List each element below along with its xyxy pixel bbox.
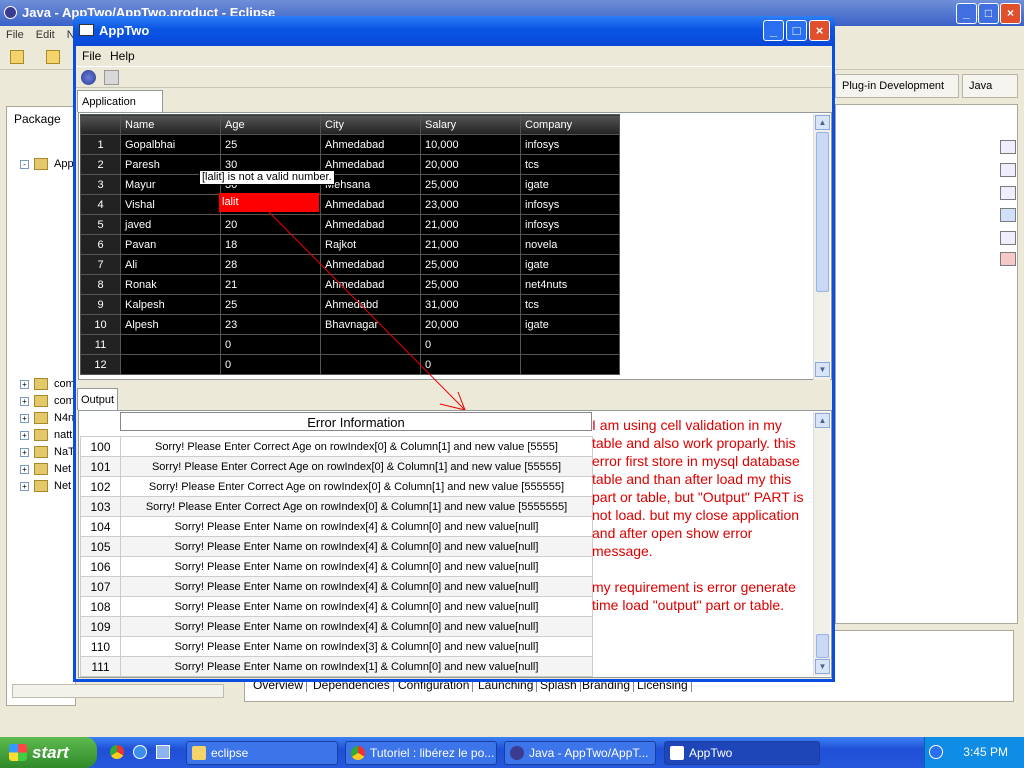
chrome-icon bbox=[351, 746, 365, 760]
error-message: Sorry! Please Enter Correct Age on rowIn… bbox=[120, 476, 593, 497]
task-apptwo[interactable]: AppTwo bbox=[664, 741, 820, 765]
table-row[interactable]: 105 Sorry! Please Enter Name on rowIndex[… bbox=[80, 536, 593, 557]
error-row-number: 104 bbox=[80, 516, 121, 537]
tab-label: Output bbox=[81, 394, 115, 406]
error-message: Sorry! Please Enter Correct Age on rowIn… bbox=[120, 436, 593, 457]
task-java-eclipse[interactable]: Java - AppTwo/AppT... bbox=[504, 741, 656, 765]
error-row-number: 107 bbox=[80, 576, 121, 597]
error-message: Sorry! Please Enter Name on rowIndex[4] … bbox=[120, 556, 593, 577]
clock[interactable]: 3:45 PM bbox=[963, 745, 1008, 759]
annotation-arrow bbox=[261, 204, 466, 411]
table-row[interactable]: 100 Sorry! Please Enter Correct Age on ro… bbox=[80, 436, 593, 457]
system-tray: 3:45 PM bbox=[924, 737, 1024, 768]
error-message: Sorry! Please Enter Correct Age on rowIn… bbox=[120, 496, 593, 517]
error-message: Sorry! Please Enter Name on rowIndex[3] … bbox=[120, 636, 593, 657]
error-message: Sorry! Please Enter Name on rowIndex[4] … bbox=[120, 616, 593, 637]
start-button[interactable]: start bbox=[0, 737, 97, 768]
error-message: Sorry! Please Enter Correct Age on rowIn… bbox=[120, 456, 593, 477]
error-row-number: 102 bbox=[80, 476, 121, 497]
error-row-number: 108 bbox=[80, 596, 121, 617]
error-message: Sorry! Please Enter Name on rowIndex[1] … bbox=[120, 656, 593, 677]
eclipse-icon bbox=[510, 746, 524, 760]
error-row-number: 110 bbox=[80, 636, 121, 657]
error-row-number: 106 bbox=[80, 556, 121, 577]
table-row[interactable]: 111 Sorry! Please Enter Name on rowIndex[… bbox=[80, 656, 593, 677]
scroll-thumb[interactable] bbox=[816, 634, 829, 658]
error-row-number: 103 bbox=[80, 496, 121, 517]
folder-icon bbox=[192, 746, 206, 760]
desktop-quicklaunch-icon[interactable] bbox=[156, 745, 170, 759]
error-row-number: 100 bbox=[80, 436, 121, 457]
start-label: start bbox=[32, 743, 69, 762]
table-row[interactable]: 104 Sorry! Please Enter Name on rowIndex[… bbox=[80, 516, 593, 537]
table-row[interactable]: 101 Sorry! Please Enter Correct Age on ro… bbox=[80, 456, 593, 477]
windows-flag-icon bbox=[9, 744, 27, 761]
error-row-number: 111 bbox=[80, 656, 121, 677]
arrow-head bbox=[439, 391, 466, 411]
window-icon bbox=[670, 746, 684, 760]
task-label: Tutoriel : libérez le po... bbox=[370, 746, 495, 760]
tray-expand-icon[interactable] bbox=[929, 745, 943, 759]
tab-output[interactable]: Output bbox=[77, 388, 118, 410]
error-message: Sorry! Please Enter Name on rowIndex[4] … bbox=[120, 576, 593, 597]
chrome-quicklaunch-icon[interactable] bbox=[110, 745, 124, 759]
annotation-note: I am using cell validation in my table a… bbox=[592, 417, 804, 613]
error-row-number: 101 bbox=[80, 456, 121, 477]
task-eclipse[interactable]: eclipse bbox=[186, 741, 338, 765]
table-row[interactable]: 110 Sorry! Please Enter Name on rowIndex[… bbox=[80, 636, 593, 657]
ie-quicklaunch-icon[interactable] bbox=[133, 745, 147, 759]
table-row[interactable]: 103 Sorry! Please Enter Correct Age on ro… bbox=[80, 496, 593, 517]
table-row[interactable]: 106 Sorry! Please Enter Name on rowIndex[… bbox=[80, 556, 593, 577]
error-table: 100 Sorry! Please Enter Correct Age on ro… bbox=[80, 436, 593, 677]
table-row[interactable]: 109 Sorry! Please Enter Name on rowIndex[… bbox=[80, 616, 593, 637]
error-message: Sorry! Please Enter Name on rowIndex[4] … bbox=[120, 516, 593, 537]
task-label: AppTwo bbox=[689, 746, 733, 760]
task-label: Java - AppTwo/AppT... bbox=[529, 746, 649, 760]
task-tutoriel[interactable]: Tutoriel : libérez le po... bbox=[345, 741, 497, 765]
table-row[interactable]: 102 Sorry! Please Enter Correct Age on ro… bbox=[80, 476, 593, 497]
table-row[interactable]: 107 Sorry! Please Enter Name on rowIndex[… bbox=[80, 576, 593, 597]
error-row-number: 109 bbox=[80, 616, 121, 637]
error-message: Sorry! Please Enter Name on rowIndex[4] … bbox=[120, 596, 593, 617]
error-row-number: 105 bbox=[80, 536, 121, 557]
error-message: Sorry! Please Enter Name on rowIndex[4] … bbox=[120, 536, 593, 557]
output-vertical-scrollbar[interactable]: ▲ ▼ bbox=[813, 412, 830, 676]
error-information-header[interactable]: Error Information bbox=[120, 412, 592, 431]
table-row[interactable]: 108 Sorry! Please Enter Name on rowIndex[… bbox=[80, 596, 593, 617]
task-label: eclipse bbox=[211, 746, 249, 760]
